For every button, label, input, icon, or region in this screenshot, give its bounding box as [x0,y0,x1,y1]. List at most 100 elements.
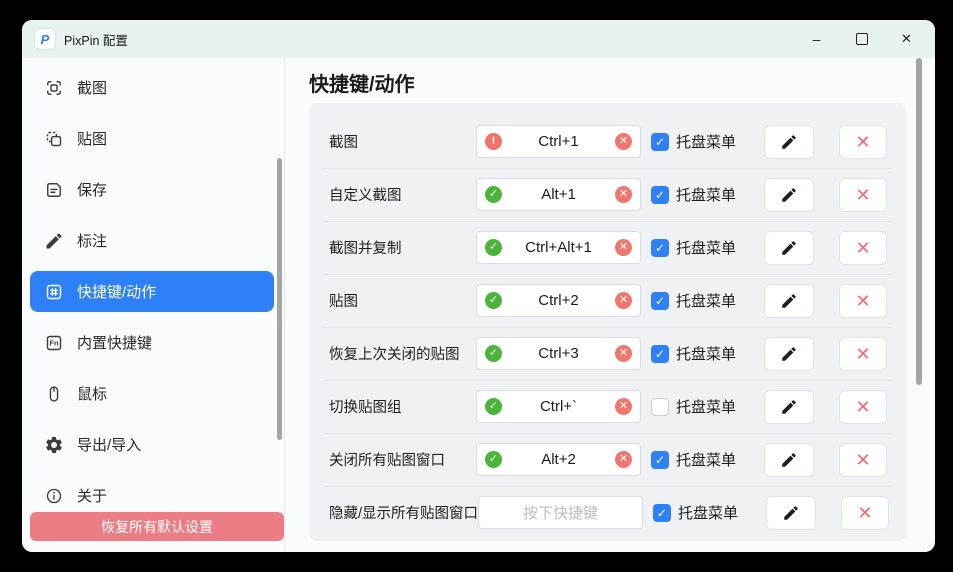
delete-hotkey-button[interactable]: ✕ [839,443,887,477]
sidebar-item-label: 保存 [77,179,107,200]
hotkey-ok-icon: ✓ [485,345,502,362]
clear-hotkey-icon[interactable]: ✕ [615,451,632,468]
tray-menu-checkbox[interactable]: ✓托盘菜单 [651,184,743,205]
clear-hotkey-icon[interactable]: ✕ [615,398,632,415]
tray-menu-checkbox[interactable]: ✓托盘菜单 [651,131,743,152]
checkbox-icon: ✓ [651,345,669,363]
hotkey-row-label: 隐藏/显示所有贴图窗口 [329,502,478,523]
hotkey-input[interactable]: ✓ Ctrl+3 ✕ [476,337,641,370]
sidebar-item-label: 贴图 [77,128,107,149]
clear-hotkey-icon[interactable]: ✕ [615,133,632,150]
sidebar-item-save[interactable]: 保存 [30,169,274,210]
sidebar-item-pin[interactable]: 贴图 [30,118,274,159]
tray-menu-checkbox[interactable]: 托盘菜单 [651,396,743,417]
delete-hotkey-button[interactable]: ✕ [839,125,887,159]
hotkey-input[interactable]: ✓Alt+1✕ [476,178,641,211]
hotkey-input[interactable]: 按下快捷键 [478,496,643,529]
titlebar: P PixPin 配置 – ✕ [22,20,935,58]
delete-hotkey-button[interactable]: ✕ [841,496,889,530]
tray-menu-checkbox[interactable]: ✓托盘菜单 [651,290,743,311]
sidebar-item-label: 快捷键/动作 [77,281,156,302]
hotkey-ok-icon: ✓ [485,451,502,468]
tray-menu-checkbox[interactable]: ✓托盘菜单 [653,502,745,523]
sidebar-item-hotkeys[interactable]: 快捷键/动作 [30,271,274,312]
edit-hotkey-button[interactable] [764,443,814,477]
hotkey-panel: 截图!Ctrl+1✕✓托盘菜单✕自定义截图✓Alt+1✕✓托盘菜单✕截图并复制✓… [309,103,906,541]
pencil-icon [782,504,800,522]
delete-hotkey-button[interactable]: ✕ [839,337,887,371]
sidebar-item-label: 内置快捷键 [77,332,152,353]
delete-x-icon: ✕ [857,504,872,522]
tray-menu-checkbox[interactable]: ✓托盘菜单 [651,449,743,470]
main-content: 快捷键/动作 截图!Ctrl+1✕✓托盘菜单✕自定义截图✓Alt+1✕✓托盘菜单… [285,58,935,552]
sidebar-item-label: 鼠标 [77,383,107,404]
sidebar-item-label: 标注 [77,230,107,251]
delete-hotkey-button[interactable]: ✕ [839,390,887,424]
sidebar-item-export-import[interactable]: 导出/导入 [30,424,274,465]
hotkey-input[interactable]: ✓Alt+2✕ [476,443,641,476]
edit-hotkey-button[interactable] [764,178,814,212]
delete-x-icon: ✕ [855,186,870,204]
page-title: 快捷键/动作 [309,71,935,100]
hotkey-value: Ctrl+3 [538,345,578,362]
sidebar-item-annotate[interactable]: 标注 [30,220,274,261]
edit-hotkey-button[interactable] [764,390,814,424]
restore-defaults-button[interactable]: 恢复所有默认设置 [30,512,284,541]
hotkey-row-label: 关闭所有贴图窗口 [329,449,476,470]
delete-hotkey-button[interactable]: ✕ [839,178,887,212]
hotkey-value: Ctrl+1 [538,133,578,150]
hotkey-row: 切换贴图组✓Ctrl+`✕托盘菜单✕ [309,380,906,433]
sidebar-item-label: 截图 [77,77,107,98]
gear-icon [44,435,64,455]
sidebar-item-label: 关于 [77,485,107,506]
hotkey-input[interactable]: ✓Ctrl+Alt+1✕ [476,231,641,264]
hotkey-row: 截图! Ctrl+1 ✕ ✓托盘菜单 ✕ [309,115,906,168]
delete-x-icon: ✕ [855,239,870,257]
minimize-button[interactable]: – [794,20,839,58]
sidebar-nav: 截图贴图保存标注快捷键/动作 Fn内置快捷键鼠标导出/导入关于 [22,67,284,516]
edit-hotkey-button[interactable] [766,496,816,530]
hotkey-row: 恢复上次关闭的贴图✓Ctrl+3✕✓托盘菜单✕ [309,327,906,380]
hotkey-input[interactable]: ! Ctrl+1 ✕ [476,125,641,158]
hotkey-ok-icon: ✓ [485,398,502,415]
mouse-icon [44,384,64,404]
hotkey-row: 截图并复制✓Ctrl+Alt+1✕✓托盘菜单✕ [309,221,906,274]
tray-menu-label: 托盘菜单 [676,396,736,417]
sidebar-item-screenshot[interactable]: 截图 [30,67,274,108]
sidebar-item-about[interactable]: 关于 [30,475,274,516]
sidebar-item-builtin-hotkeys[interactable]: Fn内置快捷键 [30,322,274,363]
clear-hotkey-icon[interactable]: ✕ [615,186,632,203]
hotkey-row: 自定义截图✓Alt+1✕✓托盘菜单✕ [309,168,906,221]
hotkey-value: Ctrl+` [540,398,577,415]
edit-hotkey-button[interactable] [764,125,814,159]
hotkey-row: 贴图✓Ctrl+2✕✓托盘菜单✕ [309,274,906,327]
close-button[interactable]: ✕ [884,20,929,58]
hotkey-row-label: 截图 [329,131,476,152]
sidebar: 截图贴图保存标注快捷键/动作 Fn内置快捷键鼠标导出/导入关于 恢复所有默认设置 [22,58,285,552]
maximize-button[interactable] [839,20,884,58]
pin-icon [44,129,64,149]
edit-hotkey-button[interactable] [764,284,814,318]
clear-hotkey-icon[interactable]: ✕ [615,345,632,362]
delete-hotkey-button[interactable]: ✕ [839,231,887,265]
hotkey-input[interactable]: ✓Ctrl+2✕ [476,284,641,317]
clear-hotkey-icon[interactable]: ✕ [615,292,632,309]
tray-menu-label: 托盘菜单 [676,237,736,258]
hotkey-placeholder: 按下快捷键 [523,502,598,523]
sidebar-item-mouse[interactable]: 鼠标 [30,373,274,414]
screenshot-icon [44,78,64,98]
checkbox-icon: ✓ [651,451,669,469]
tray-menu-checkbox[interactable]: ✓托盘菜单 [651,237,743,258]
hotkey-value: Ctrl+Alt+1 [525,239,592,256]
tray-menu-checkbox[interactable]: ✓托盘菜单 [651,343,743,364]
pencil-icon [780,186,798,204]
clear-hotkey-icon[interactable]: ✕ [615,239,632,256]
edit-hotkey-button[interactable] [764,231,814,265]
main-scrollbar[interactable] [916,58,922,385]
hotkey-conflict-icon: ! [485,133,502,150]
delete-hotkey-button[interactable]: ✕ [839,284,887,318]
hotkey-row: 关闭所有贴图窗口✓Alt+2✕ ✓托盘菜单 ✕ [309,433,906,486]
edit-hotkey-button[interactable] [764,337,814,371]
hotkey-input[interactable]: ✓ Ctrl+` ✕ [476,390,641,423]
sidebar-scrollbar[interactable] [277,158,282,440]
